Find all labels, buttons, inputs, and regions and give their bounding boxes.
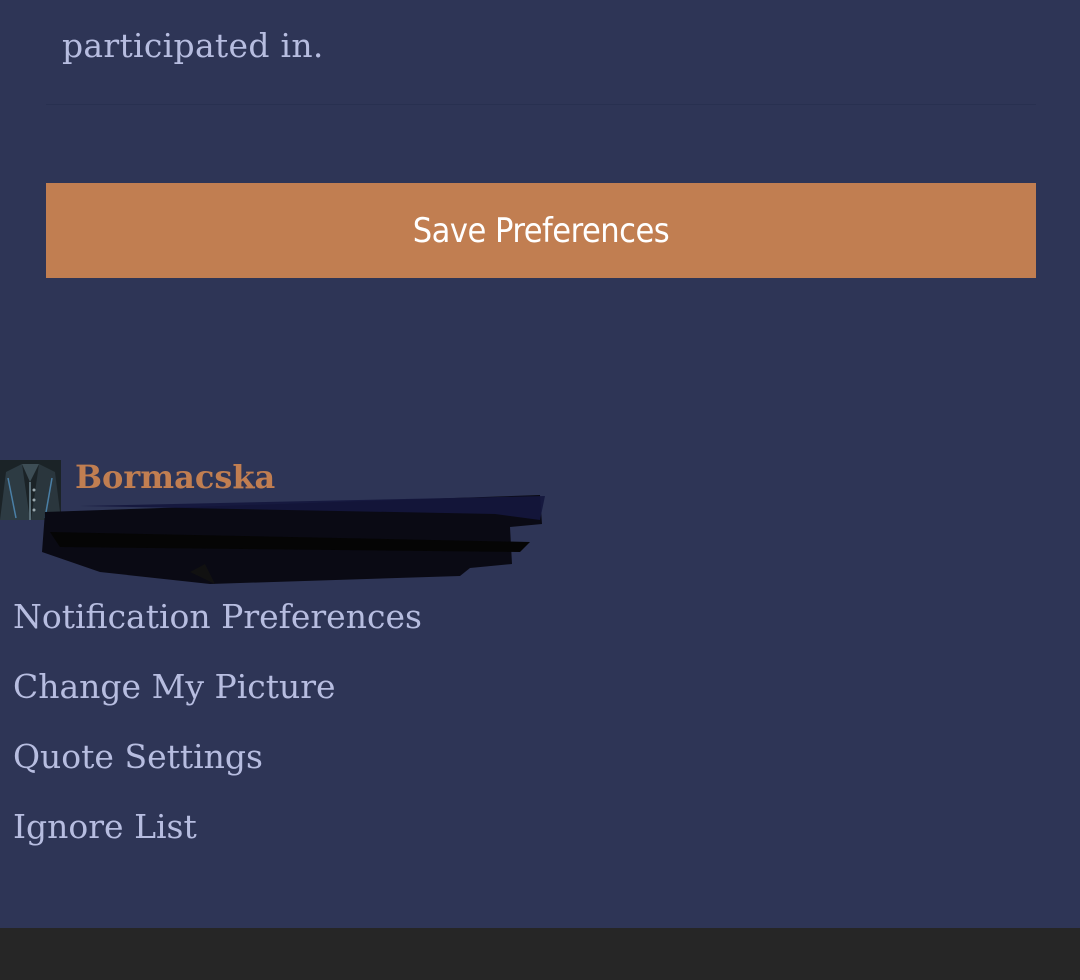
preferences-description-text: participated in. xyxy=(62,26,324,65)
footer-bar xyxy=(0,928,1080,980)
menu-item-change-my-picture[interactable]: Change My Picture xyxy=(13,664,422,734)
username-link[interactable]: Bormacska xyxy=(75,458,275,496)
account-menu: Notification Preferences Change My Pictu… xyxy=(13,594,422,874)
menu-item-quote-settings[interactable]: Quote Settings xyxy=(13,734,422,804)
redaction-scribble xyxy=(42,495,545,584)
menu-item-ignore-list[interactable]: Ignore List xyxy=(13,804,422,874)
menu-item-notification-preferences[interactable]: Notification Preferences xyxy=(13,594,422,664)
preferences-page: participated in. Save Preferences Bormac… xyxy=(0,0,1080,928)
save-preferences-button[interactable]: Save Preferences xyxy=(46,183,1036,278)
section-divider xyxy=(46,104,1036,105)
